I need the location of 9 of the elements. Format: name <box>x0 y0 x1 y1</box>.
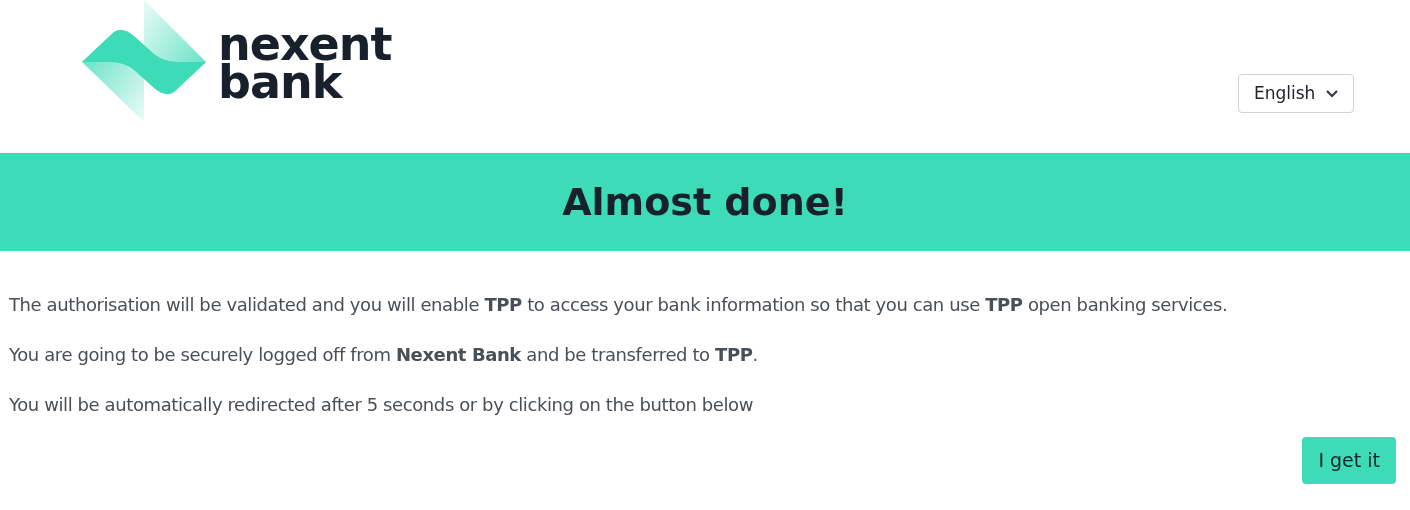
logo-icon <box>82 0 206 122</box>
banner-title: Almost done! <box>562 178 848 226</box>
language-select[interactable]: English <box>1238 74 1354 113</box>
chevron-down-icon <box>1326 89 1338 98</box>
confirm-button[interactable]: I get it <box>1302 437 1396 484</box>
info-paragraph: The authorisation will be validated and you will enable TPP to access your bank information so that you can use TPP open banking services. <box>9 293 1229 317</box>
info-paragraph: You are going to be securely logged off from Nexent Bank and be transferred to TPP. <box>9 343 759 367</box>
info-paragraph: You will be automatically redirected after 5 seconds or by clicking on the button below <box>9 393 755 417</box>
logo-wordmark: nexent bank <box>218 21 392 101</box>
